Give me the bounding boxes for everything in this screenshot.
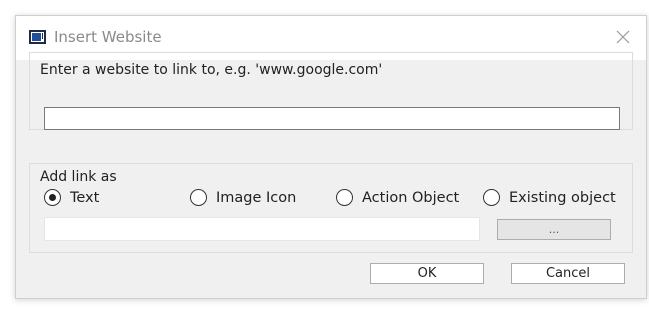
- radio-image-icon-label: Image Icon: [216, 189, 297, 206]
- close-button[interactable]: [610, 24, 636, 50]
- radio-text-circle[interactable]: [44, 189, 61, 206]
- radio-action-object-circle[interactable]: [336, 189, 353, 206]
- url-input[interactable]: [44, 107, 620, 130]
- close-icon: [616, 30, 630, 44]
- dialog-title: Insert Website: [54, 28, 162, 46]
- ok-button[interactable]: OK: [370, 263, 484, 284]
- window-icon: [29, 30, 46, 44]
- radio-existing-object-circle[interactable]: [483, 189, 500, 206]
- link-text-input[interactable]: [44, 217, 480, 241]
- radio-existing-object[interactable]: Existing object: [483, 189, 616, 206]
- cancel-button[interactable]: Cancel: [511, 263, 625, 284]
- url-label: Enter a website to link to, e.g. 'www.go…: [40, 62, 383, 78]
- radio-text[interactable]: Text: [44, 189, 99, 206]
- browse-button[interactable]: ...: [497, 219, 611, 240]
- radio-action-object-label: Action Object: [362, 189, 460, 206]
- radio-text-label: Text: [70, 189, 100, 206]
- radio-existing-object-label: Existing object: [509, 189, 616, 206]
- radio-image-icon-circle[interactable]: [190, 189, 207, 206]
- link-as-label: Add link as: [40, 169, 117, 185]
- radio-action-object[interactable]: Action Object: [336, 189, 459, 206]
- radio-image-icon[interactable]: Image Icon: [190, 189, 296, 206]
